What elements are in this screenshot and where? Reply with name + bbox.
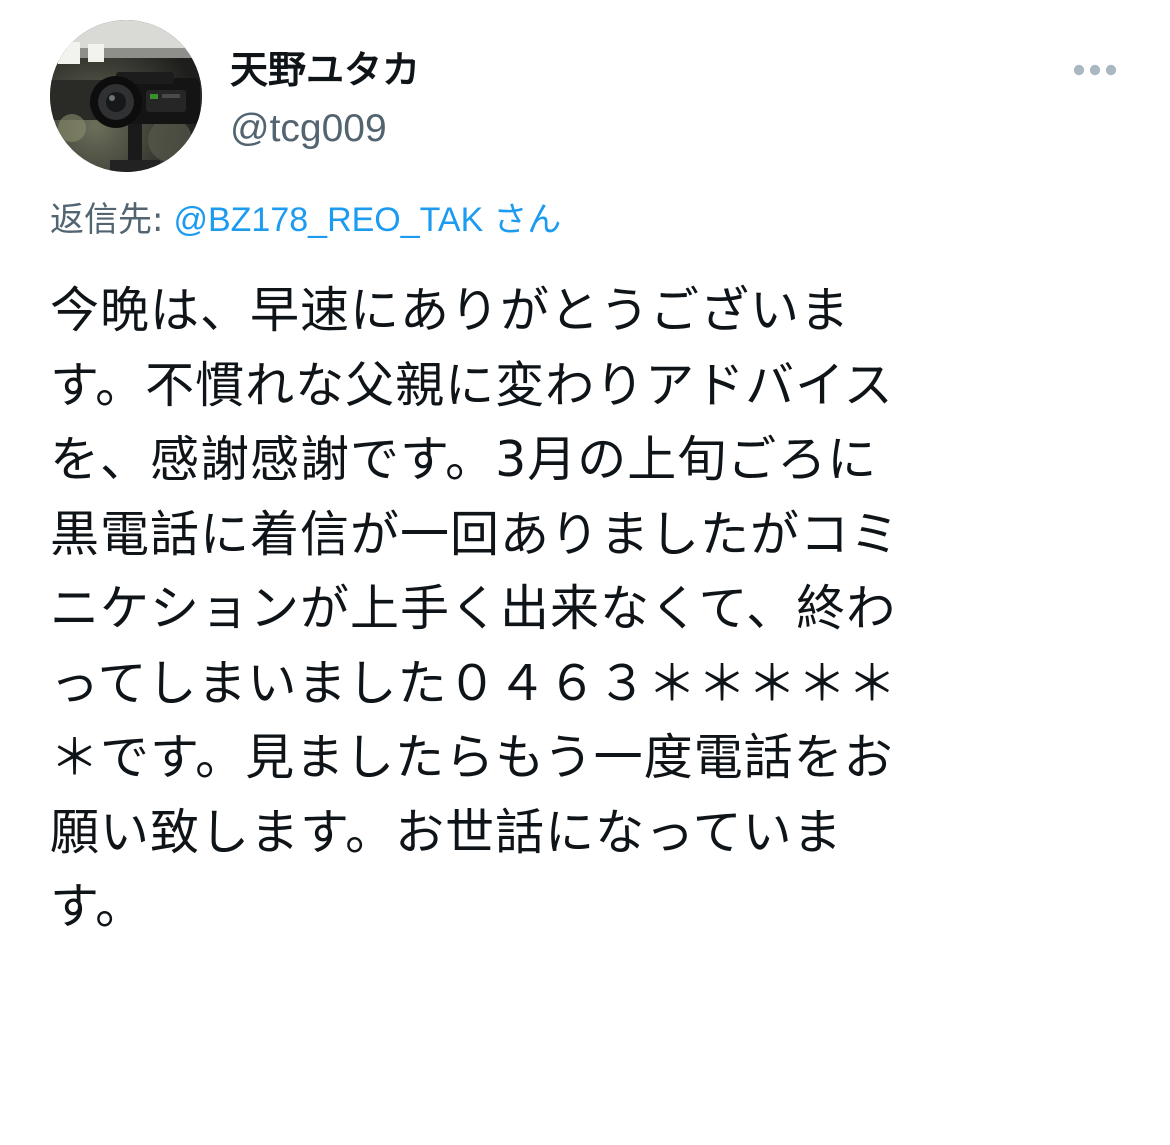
tweet-line: 今晩は、早速にありがとうございま <box>50 282 851 339</box>
tweet-line: す。不慣れな父親に変わりアドバイス <box>50 356 894 414</box>
more-options-button[interactable] <box>1066 50 1126 90</box>
display-name[interactable]: 天野ユタカ <box>230 44 420 96</box>
tweet-line: ＊です。見ましたらもう一度電話をお <box>50 729 894 786</box>
tweet-line: ってしまいました０４６３＊＊＊＊＊ <box>50 654 898 712</box>
tweet-line: ニケションが上手く出来なくて、終わ <box>50 580 897 637</box>
reply-handle-link[interactable]: @BZ178_REO_TAK <box>173 201 483 239</box>
tweet-line: す。 <box>50 878 146 935</box>
tweet-line: 黒電話に着信が一回ありましたがコミ <box>50 505 901 563</box>
user-block: 天野ユタカ @tcg009 <box>230 44 420 154</box>
reply-label: 返信先: <box>50 200 164 240</box>
tweet-line: を、感謝感謝です。3月の上旬ごろに <box>50 431 878 488</box>
camera-photo-avatar-image <box>50 20 202 172</box>
user-handle[interactable]: @tcg009 <box>230 104 420 154</box>
replying-to: 返信先: @BZ178_REO_TAK さん <box>50 196 561 244</box>
more-options-icon <box>1073 64 1117 76</box>
avatar[interactable] <box>50 20 202 172</box>
tweet: 天野ユタカ @tcg009 返信先: @BZ178_REO_TAK さん 今晩は、早… <box>0 0 1170 1145</box>
tweet-line: 願い致します。お世話になっていま <box>50 803 843 861</box>
reply-suffix: さん <box>493 200 562 240</box>
tweet-text: 今晩は、早速にありがとうございま す。不慣れな父親に変わりアドバイス を、感謝感… <box>50 274 1130 945</box>
